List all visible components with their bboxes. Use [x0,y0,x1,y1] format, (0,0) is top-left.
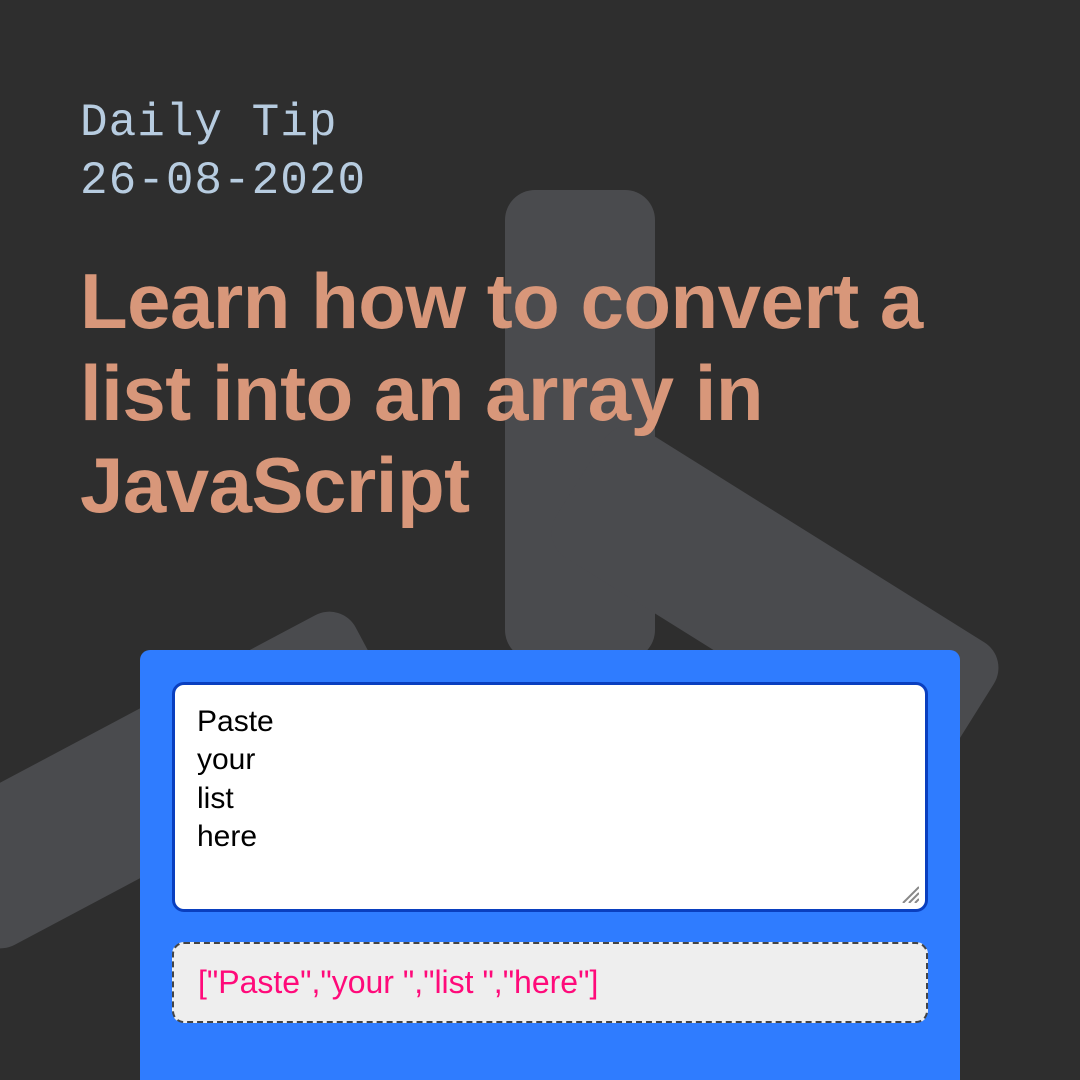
resize-handle-icon [899,883,919,903]
array-output: ["Paste","your ","list ","here"] [172,942,928,1023]
demo-panel: Paste your list here ["Paste","your ","l… [140,650,960,1080]
eyebrow-line-1: Daily Tip [80,95,1000,153]
page-title: Learn how to convert a list into an arra… [80,255,1000,531]
list-input[interactable]: Paste your list here [172,682,928,912]
eyebrow-line-2: 26-08-2020 [80,153,1000,211]
eyebrow: Daily Tip 26-08-2020 [80,95,1000,210]
